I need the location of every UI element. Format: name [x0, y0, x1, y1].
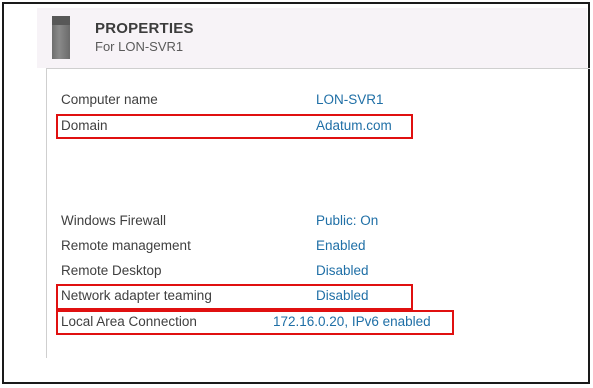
properties-header: [37, 8, 587, 68]
domain-highlight-box: [56, 114, 413, 139]
remote-desktop-label: Remote Desktop: [61, 263, 162, 278]
panel-title: PROPERTIES: [95, 20, 194, 37]
windows-firewall-link[interactable]: Public: On: [316, 213, 378, 228]
remote-desktop-link[interactable]: Disabled: [316, 263, 369, 278]
windows-firewall-label: Windows Firewall: [61, 213, 167, 228]
remote-management-link[interactable]: Enabled: [316, 238, 366, 253]
lan-highlight-box: [56, 310, 454, 335]
server-icon: [52, 16, 70, 59]
nic-teaming-highlight-box: [56, 284, 413, 310]
computer-name-label: Computer name: [61, 92, 158, 107]
computer-name-link[interactable]: LON-SVR1: [316, 92, 384, 107]
panel-subtitle: For LON-SVR1: [95, 39, 184, 54]
remote-management-label: Remote management: [61, 238, 191, 253]
